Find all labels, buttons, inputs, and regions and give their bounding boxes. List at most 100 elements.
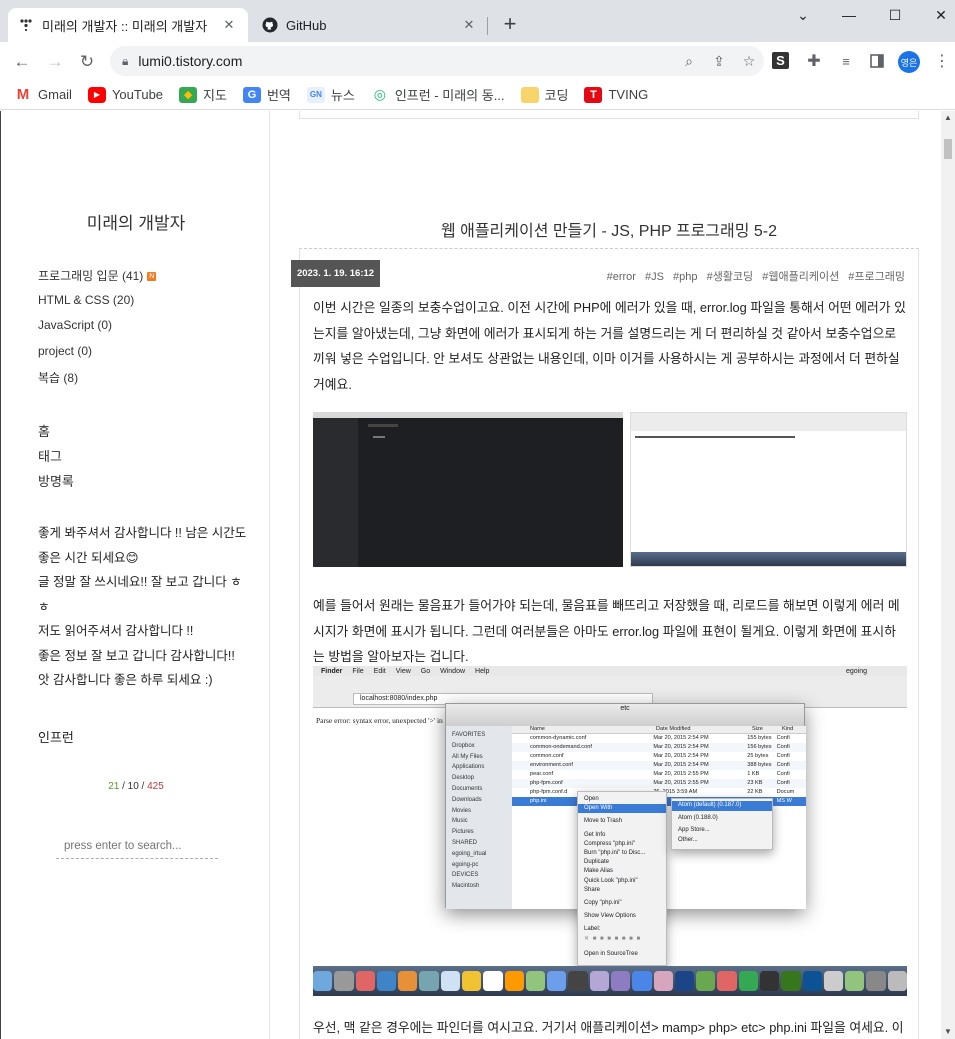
dock-app-icon [589,971,609,991]
comment-item[interactable]: 앗 감사합니다 좋은 하루 되세요 :) [38,668,253,693]
comment-item[interactable]: 저도 읽어주셔서 감사합니다 !! [38,619,253,644]
comment-item[interactable]: 좋은 정보 잘 보고 갑니다 감사합니다!! [38,644,253,669]
tab-search-chevron-icon[interactable]: ⌄ [780,0,826,30]
reload-icon[interactable]: ↻ [73,48,101,76]
inflearn-link[interactable]: 인프런 [38,727,74,746]
s-extension-icon[interactable]: S [772,52,789,69]
finder-cell: common-ondemand.conf [530,744,592,750]
editor-tab [368,424,398,427]
post-paragraph: 우선, 맥 같은 경우에는 파인더를 여시고요. 거기서 애플리케이션> mam… [313,1020,904,1035]
dock-app-icon [525,971,546,991]
blog-sidebar: 미래의 개발자 프로그래밍 입문 (41) N HTML & CSS (20) J… [0,111,270,1039]
finder-file-row: pear.conf Mar 20, 2015 2:55 PM 1 KB Confi [512,770,806,779]
finder-cell: 156 bytes [747,744,772,750]
comment-item[interactable]: 글 정말 잘 쓰시네요!! 잘 보고 갑니다 ㅎㅎ [38,570,253,619]
bookmark-gmail[interactable]: M Gmail [14,86,72,103]
dock-app-icon [845,971,865,991]
editor-tree-panel [313,418,358,567]
blog-title[interactable]: 미래의 개발자 [1,209,271,234]
finder-cell: Mar 20, 2015 2:55 PM [653,771,709,777]
tag-link[interactable]: #웹애플리케이션 [762,271,839,283]
bookmark-coding-folder[interactable]: 코딩 [520,85,568,104]
finder-cell: Mar 20, 2015 2:54 PM [653,744,709,750]
dock-app-icon [568,971,588,991]
category-item[interactable]: project (0) [38,344,156,370]
window-close-icon[interactable]: ✕ [918,0,955,30]
finder-cell: Mar 20, 2015 2:54 PM [653,735,709,741]
post-paragraph: 이번 시간은 일종의 보충수업이고요. 이전 시간에 PHP에 에러가 있을 때… [313,300,906,392]
bookmark-star-icon[interactable]: ☆ [734,53,764,70]
dock-app-icon [440,971,461,991]
reading-list-icon[interactable]: ≡ [836,51,856,71]
profile-avatar[interactable]: 영은 [898,51,920,73]
category-item[interactable]: JavaScript (0) [38,318,156,344]
category-item[interactable]: HTML & CSS (20) [38,293,156,319]
previous-post-box [299,111,919,119]
minimize-icon[interactable]: — [826,0,872,30]
finder-cell: environment.conf [530,762,573,768]
screenshot-dock [631,552,906,566]
github-favicon-icon [262,17,278,33]
dock-app-icon [419,971,439,991]
bookmark-tving[interactable]: T TVING [584,86,648,103]
maximize-icon[interactable]: ☐ [872,0,918,30]
nav-tags[interactable]: 태그 [38,446,74,471]
scroll-down-icon[interactable]: ▼ [941,1025,955,1039]
bookmark-inflearn[interactable]: ◎ 인프런 - 미래의 동... [371,85,505,104]
share-icon[interactable]: ⇪ [704,53,734,70]
tag-link[interactable]: #php [673,271,697,283]
tag-link[interactable]: #프로그래밍 [848,271,905,283]
extensions-puzzle-icon[interactable]: ✚ [804,51,824,71]
maps-icon: ◆ [179,86,198,103]
nav-guestbook[interactable]: 방명록 [38,471,74,496]
tag-link[interactable]: #생활코딩 [707,271,754,283]
dock-app-icon [781,971,801,991]
page-scrollbar[interactable]: ▲ ▼ [941,111,955,1039]
tag-link[interactable]: #error [607,271,636,283]
tab-blog[interactable]: 미래의 개발자 :: 미래의 개발자 ✕ [8,8,248,42]
address-bar[interactable]: 🔒︎ lumi0.tistory.com ⌕ ⇪ ☆ [110,46,764,76]
bookmark-news[interactable]: GN 뉴스 [306,85,355,104]
category-item[interactable]: 복습 (8) [38,369,156,395]
dock-app-icon [738,971,758,991]
dock-app-icon [355,971,375,991]
dock-app-icon [696,971,716,991]
new-tab-icon[interactable]: + [498,13,522,37]
search-input[interactable] [56,833,218,859]
forward-arrow-icon[interactable]: → [41,48,69,76]
bookmark-youtube[interactable]: ▶ YouTube [87,86,163,103]
scroll-thumb[interactable] [944,139,952,159]
finder-cell: common.conf [530,753,564,759]
dock-app-icon [504,971,524,991]
post-content: 웹 애플리케이션 만들기 - JS, PHP 프로그래밍 5-2 2023. 1… [271,111,941,1039]
tab-strip: 미래의 개발자 :: 미래의 개발자 ✕ GitHub ✕ + ⌄ — ☐ ✕ [0,0,955,42]
zoom-icon[interactable]: ⌕ [674,53,704,70]
bookmark-translate[interactable]: G 번역 [242,85,291,104]
comment-item[interactable]: 좋게 봐주셔서 감사합니다 !! 남은 시간도 좋은 시간 되세요😊 [38,521,253,570]
scroll-up-icon[interactable]: ▲ [941,111,955,125]
close-tab-icon[interactable]: ✕ [220,16,238,34]
side-panel-icon[interactable] [867,51,887,71]
page-viewport: 미래의 개발자 프로그래밍 입문 (41) N HTML & CSS (20) J… [0,111,955,1039]
gmail-icon: M [16,86,30,103]
tag-link[interactable]: #JS [645,271,664,283]
finder-cell: 155 bytes [747,735,772,741]
bookmark-maps[interactable]: ◆ 지도 [179,85,227,104]
tab-title: 미래의 개발자 :: 미래의 개발자 [42,18,208,34]
finder-file-row: php-fpm.conf Mar 20, 2015 2:55 PM 23 KB Con… [512,779,806,788]
finder-cell: 23 KB [747,780,763,786]
url-text[interactable]: lumi0.tistory.com [138,53,674,69]
nav-home[interactable]: 홈 [38,421,74,446]
tab-github[interactable]: GitHub ✕ [252,8,488,42]
browser-error-screenshot [630,412,907,567]
close-tab-icon[interactable]: ✕ [460,16,478,34]
lock-icon[interactable]: 🔒︎ [122,54,128,69]
back-arrow-icon[interactable]: ← [8,48,36,76]
editor-code-line [373,436,385,438]
dock-app-icon [866,971,886,991]
finder-cell: 1 KB [747,771,760,777]
category-item[interactable]: 프로그래밍 입문 (41) N [38,267,157,293]
post-title: 웹 애플리케이션 만들기 - JS, PHP 프로그래밍 5-2 [440,223,778,240]
finder-cell: Mar 20, 2015 2:55 PM [653,780,709,786]
more-menu-icon[interactable]: ⋮ [932,51,952,71]
